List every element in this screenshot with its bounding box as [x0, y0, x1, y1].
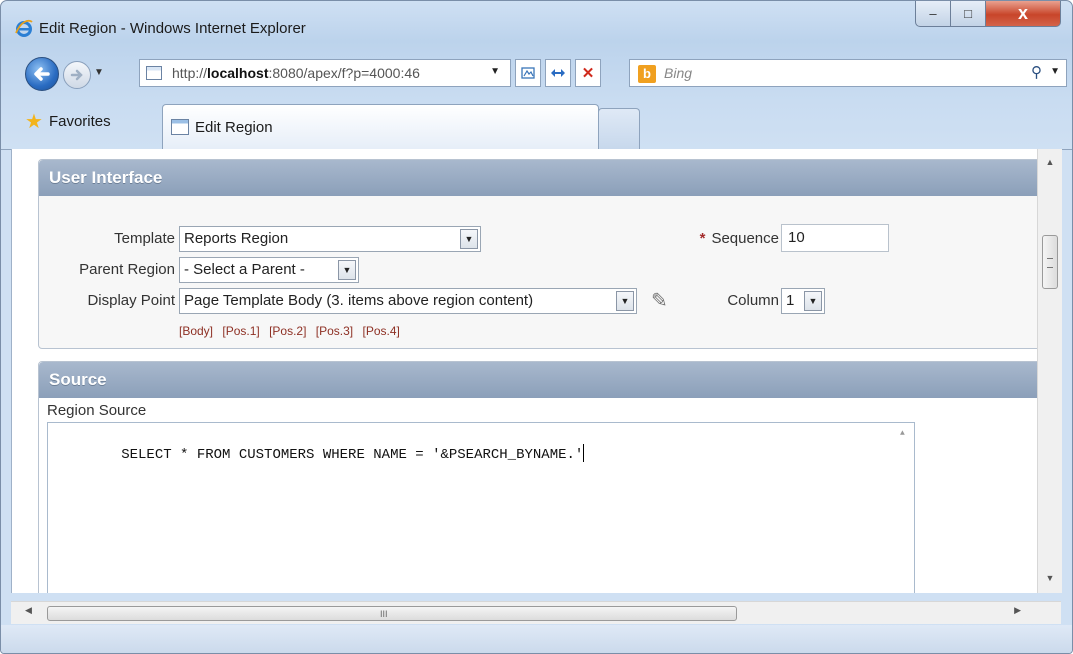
bing-logo: b	[638, 65, 656, 83]
display-point-value: Page Template Body (3. items above regio…	[184, 292, 534, 309]
browser-window: Edit Region - Windows Internet Explorer …	[0, 0, 1073, 654]
ie-logo-icon	[15, 19, 33, 37]
magnifier-icon[interactable]: ⚲	[1031, 63, 1042, 81]
quick-link-pos2[interactable]: [Pos.2]	[269, 324, 306, 338]
page-icon	[171, 119, 189, 135]
search-placeholder: Bing	[664, 65, 693, 81]
region-source-text: SELECT * FROM CUSTOMERS WHERE NAME = '&P…	[121, 447, 584, 463]
star-icon: ★	[25, 110, 43, 133]
address-url: http://localhost:8080/apex/f?p=4000:46	[172, 65, 420, 81]
refresh-button[interactable]	[545, 59, 571, 87]
text-caret	[583, 444, 585, 462]
page-content: User Interface Template Reports Region ▼…	[11, 149, 1037, 593]
sequence-input[interactable]: 10	[781, 224, 889, 252]
quick-link-pos1[interactable]: [Pos.1]	[222, 324, 259, 338]
address-bar[interactable]: http://localhost:8080/apex/f?p=4000:46 ▼	[139, 59, 511, 87]
tab-edit-region[interactable]: Edit Region	[162, 104, 599, 149]
maximize-button[interactable]: □	[950, 1, 986, 27]
display-point-select[interactable]: Page Template Body (3. items above regio…	[179, 288, 637, 314]
scroll-up-icon[interactable]: ▲	[1038, 153, 1062, 171]
vertical-scrollbar[interactable]: ▲ ▼	[1037, 149, 1062, 593]
back-button[interactable]	[25, 57, 59, 91]
back-arrow-icon	[34, 67, 50, 81]
grip-icon	[1047, 258, 1053, 268]
parent-region-value: - Select a Parent -	[184, 261, 305, 278]
parent-region-label: Parent Region	[79, 261, 175, 278]
region-source-textarea[interactable]: SELECT * FROM CUSTOMERS WHERE NAME = '&P…	[47, 422, 915, 593]
window-title: Edit Region - Windows Internet Explorer	[39, 20, 306, 37]
column-value: 1	[786, 292, 795, 309]
chevron-down-icon: ▼	[804, 291, 822, 311]
stop-button[interactable]: ✕	[575, 59, 601, 87]
compatibility-view-icon	[521, 67, 535, 79]
search-box[interactable]: b Bing ⚲ ▼	[629, 59, 1067, 87]
display-point-quick-links: [Body] [Pos.1] [Pos.2] [Pos.3] [Pos.4]	[179, 324, 406, 338]
stop-icon: ✕	[581, 65, 595, 82]
parent-region-select[interactable]: - Select a Parent - ▼	[179, 257, 359, 283]
region-source-label: Region Source	[47, 402, 147, 419]
scroll-right-icon[interactable]: ▶	[1014, 605, 1021, 616]
required-marker: *	[699, 230, 706, 247]
horizontal-scrollbar[interactable]: ◀ III ▶	[11, 601, 1061, 624]
sequence-label: Sequence	[711, 230, 779, 247]
favorites-label: Favorites	[48, 112, 111, 130]
close-button[interactable]: x	[985, 1, 1061, 27]
search-dropdown-icon[interactable]: ▼	[1050, 66, 1060, 77]
address-dropdown-icon[interactable]: ▼	[490, 66, 500, 77]
pushpin-icon[interactable]: ✎	[651, 288, 668, 313]
column-label: Column	[727, 292, 779, 309]
quick-link-pos4[interactable]: [Pos.4]	[362, 324, 399, 338]
recent-pages-dropdown[interactable]: ▼	[94, 67, 104, 78]
template-label: Template	[114, 230, 175, 247]
template-select[interactable]: Reports Region ▼	[179, 226, 481, 252]
forward-button[interactable]	[63, 61, 91, 89]
column-select[interactable]: 1 ▼	[781, 288, 825, 314]
page-icon	[146, 66, 162, 80]
horizontal-scroll-thumb[interactable]: III	[47, 606, 737, 621]
scroll-up-icon[interactable]: ▲	[900, 429, 905, 438]
forward-arrow-icon	[70, 69, 83, 81]
region-header: Source	[39, 362, 1037, 398]
status-bar	[1, 625, 1072, 653]
minimize-button[interactable]: ‒	[915, 1, 951, 27]
favorites-button[interactable]: ★ Favorites	[25, 106, 111, 136]
region-header: User Interface	[39, 160, 1037, 196]
vertical-scroll-thumb[interactable]	[1042, 235, 1058, 289]
display-point-label: Display Point	[87, 292, 175, 309]
quick-link-body[interactable]: [Body]	[179, 324, 213, 338]
user-interface-region: User Interface Template Reports Region ▼…	[38, 159, 1037, 349]
compatibility-view-button[interactable]	[515, 59, 541, 87]
source-region: Source Region Source SELECT * FROM CUSTO…	[38, 361, 1037, 593]
new-tab-button[interactable]	[598, 108, 640, 149]
tab-label: Edit Region	[195, 119, 273, 136]
title-bar: Edit Region - Windows Internet Explorer …	[1, 1, 1072, 47]
scroll-down-icon[interactable]: ▼	[1038, 569, 1062, 587]
quick-link-pos3[interactable]: [Pos.3]	[316, 324, 353, 338]
textarea-scrollbar[interactable]: ▲	[896, 423, 914, 593]
template-value: Reports Region	[184, 230, 289, 247]
grip-icon: III	[380, 609, 388, 619]
chevron-down-icon: ▼	[616, 291, 634, 311]
scroll-left-icon[interactable]: ◀	[25, 605, 32, 616]
chevron-down-icon: ▼	[338, 260, 356, 280]
refresh-icon	[551, 69, 565, 77]
chevron-down-icon: ▼	[460, 229, 478, 249]
sequence-label-wrap: * Sequence	[675, 230, 779, 247]
